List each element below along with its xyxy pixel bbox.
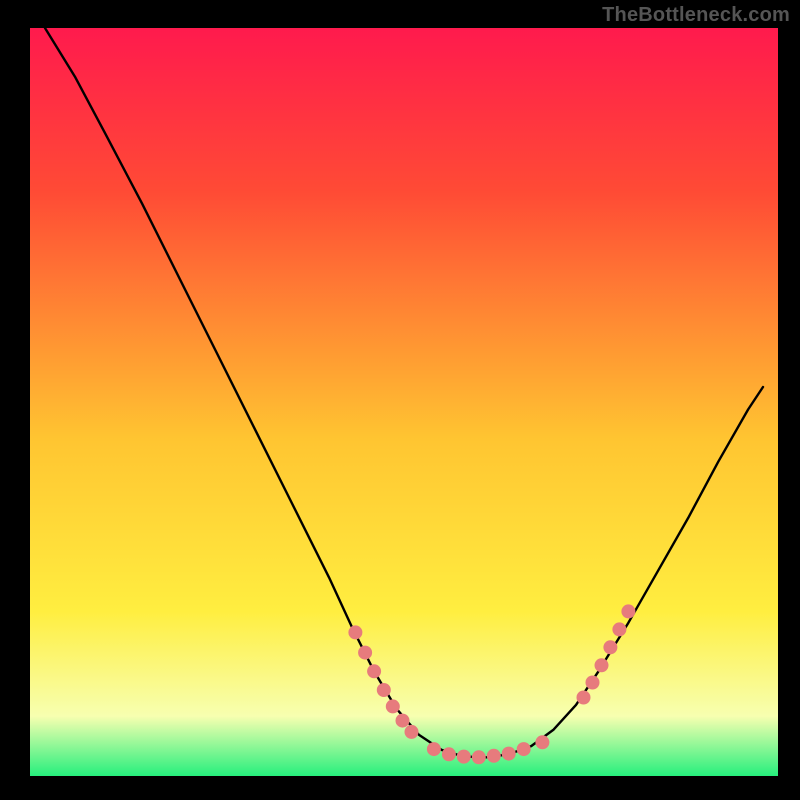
plot-background [30,28,778,776]
marker-dot [502,747,516,761]
marker-dot [367,664,381,678]
marker-dot [442,747,456,761]
marker-dot [396,714,410,728]
marker-dot [457,750,471,764]
marker-dot [603,640,617,654]
bottleneck-chart [0,0,800,800]
marker-dot [586,676,600,690]
marker-dot [595,658,609,672]
chart-root: TheBottleneck.com [0,0,800,800]
marker-dot [427,742,441,756]
marker-dot [348,625,362,639]
marker-dot [358,646,372,660]
marker-dot [487,749,501,763]
marker-dot [405,725,419,739]
marker-dot [386,699,400,713]
marker-dot [535,735,549,749]
marker-dot [377,683,391,697]
watermark-text: TheBottleneck.com [602,4,790,27]
marker-dot [472,750,486,764]
marker-dot [577,691,591,705]
marker-dot [517,742,531,756]
marker-dot [621,604,635,618]
marker-dot [612,622,626,636]
